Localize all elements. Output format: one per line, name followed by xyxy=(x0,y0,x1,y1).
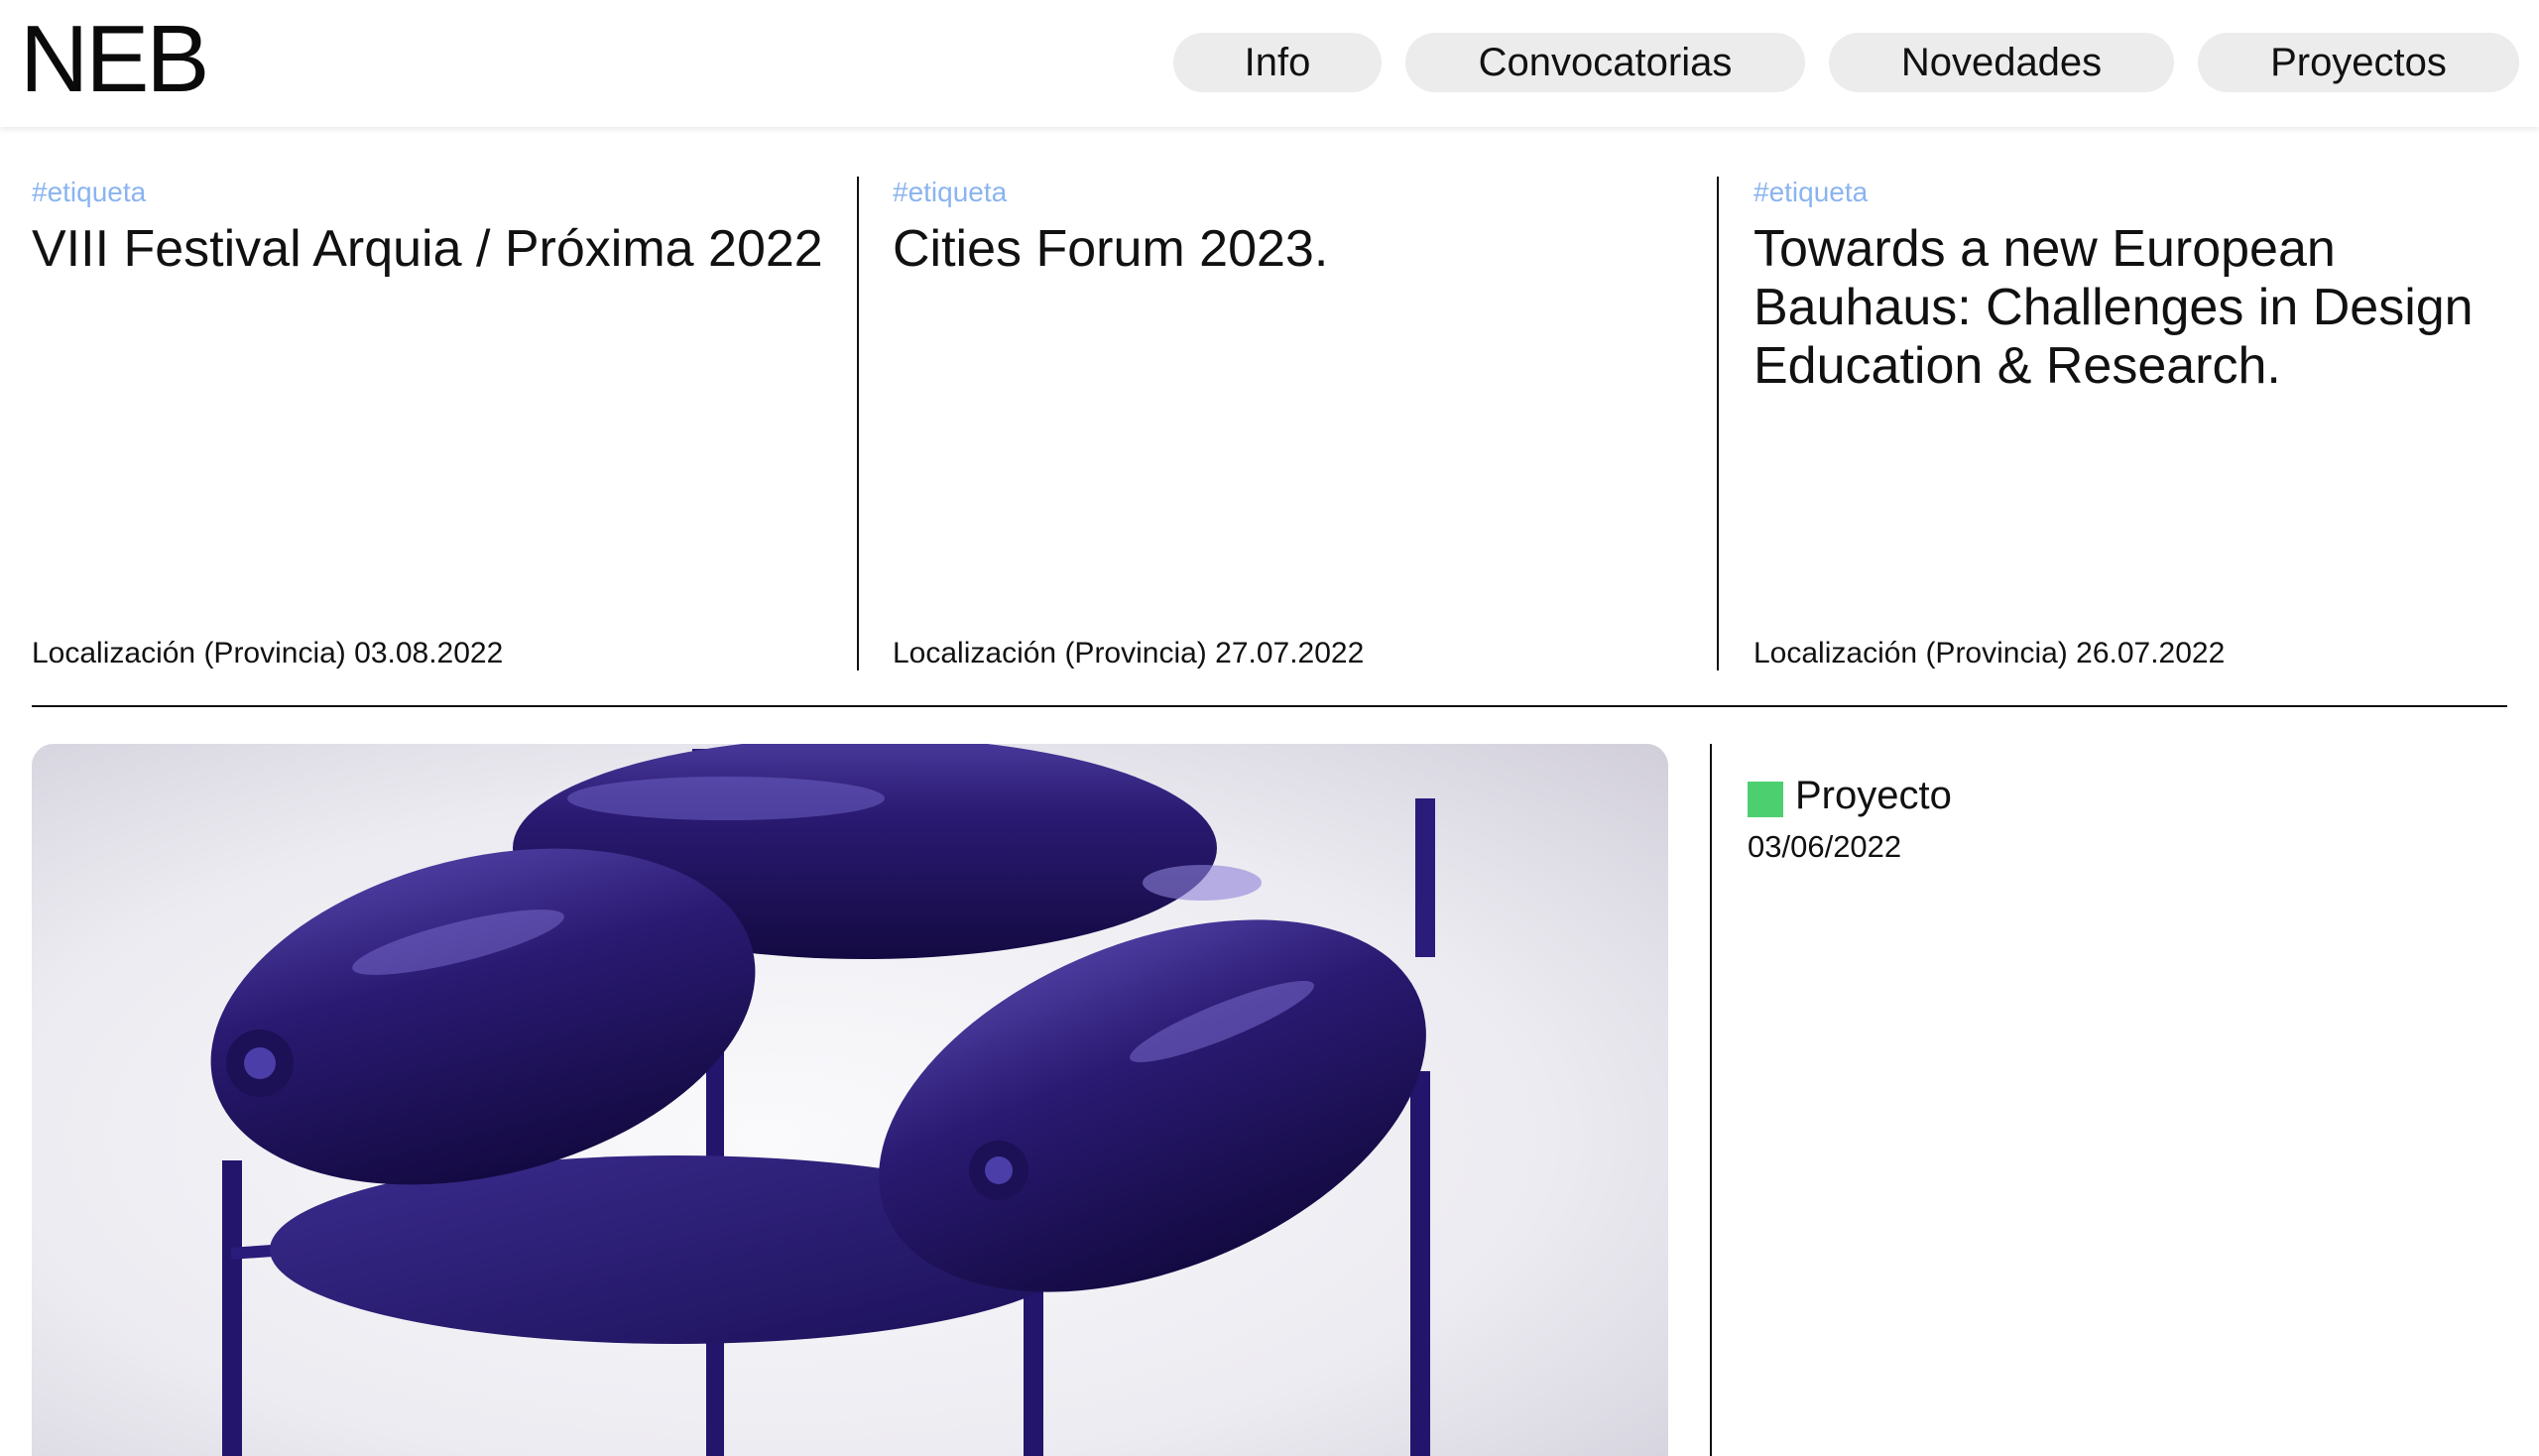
feature-divider xyxy=(1710,744,1712,1456)
card-divider xyxy=(1717,177,1719,670)
card-meta: Localización (Provincia) 27.07.2022 xyxy=(893,637,1365,669)
card-tag[interactable]: #etiqueta xyxy=(893,177,1007,208)
section-divider xyxy=(32,705,2507,707)
news-card[interactable]: #etiqueta Cities Forum 2023. Localizació… xyxy=(893,177,1686,670)
card-title[interactable]: VIII Festival Arquia / Próxima 2022 xyxy=(32,220,825,279)
chair-illustration xyxy=(32,744,1668,1456)
news-card[interactable]: #etiqueta Towards a new European Bauhaus… xyxy=(1753,177,2507,670)
card-title[interactable]: Cities Forum 2023. xyxy=(893,220,1686,279)
card-divider xyxy=(857,177,859,670)
nav-proyectos[interactable]: Proyectos xyxy=(2198,33,2519,92)
card-tag[interactable]: #etiqueta xyxy=(32,177,146,208)
nav-info[interactable]: Info xyxy=(1173,33,1382,92)
project-date: 03/06/2022 xyxy=(1748,829,1902,864)
news-card[interactable]: #etiqueta VIII Festival Arquia / Próxima… xyxy=(32,177,825,670)
nav-convocatorias[interactable]: Convocatorias xyxy=(1405,33,1805,92)
card-title[interactable]: Towards a new European Bauhaus: Challeng… xyxy=(1753,220,2507,396)
project-type-badge xyxy=(1748,782,1783,817)
card-meta: Localización (Provincia) 26.07.2022 xyxy=(1753,637,2226,669)
site-logo[interactable]: NEB xyxy=(20,8,209,111)
card-tag[interactable]: #etiqueta xyxy=(1753,177,1868,208)
project-image[interactable] xyxy=(32,744,1668,1456)
site-header: NEB Info Convocatorias Novedades Proyect… xyxy=(0,0,2539,127)
nav-novedades[interactable]: Novedades xyxy=(1829,33,2174,92)
card-meta: Localización (Provincia) 03.08.2022 xyxy=(32,637,504,669)
project-type-label: Proyecto xyxy=(1795,774,1952,817)
